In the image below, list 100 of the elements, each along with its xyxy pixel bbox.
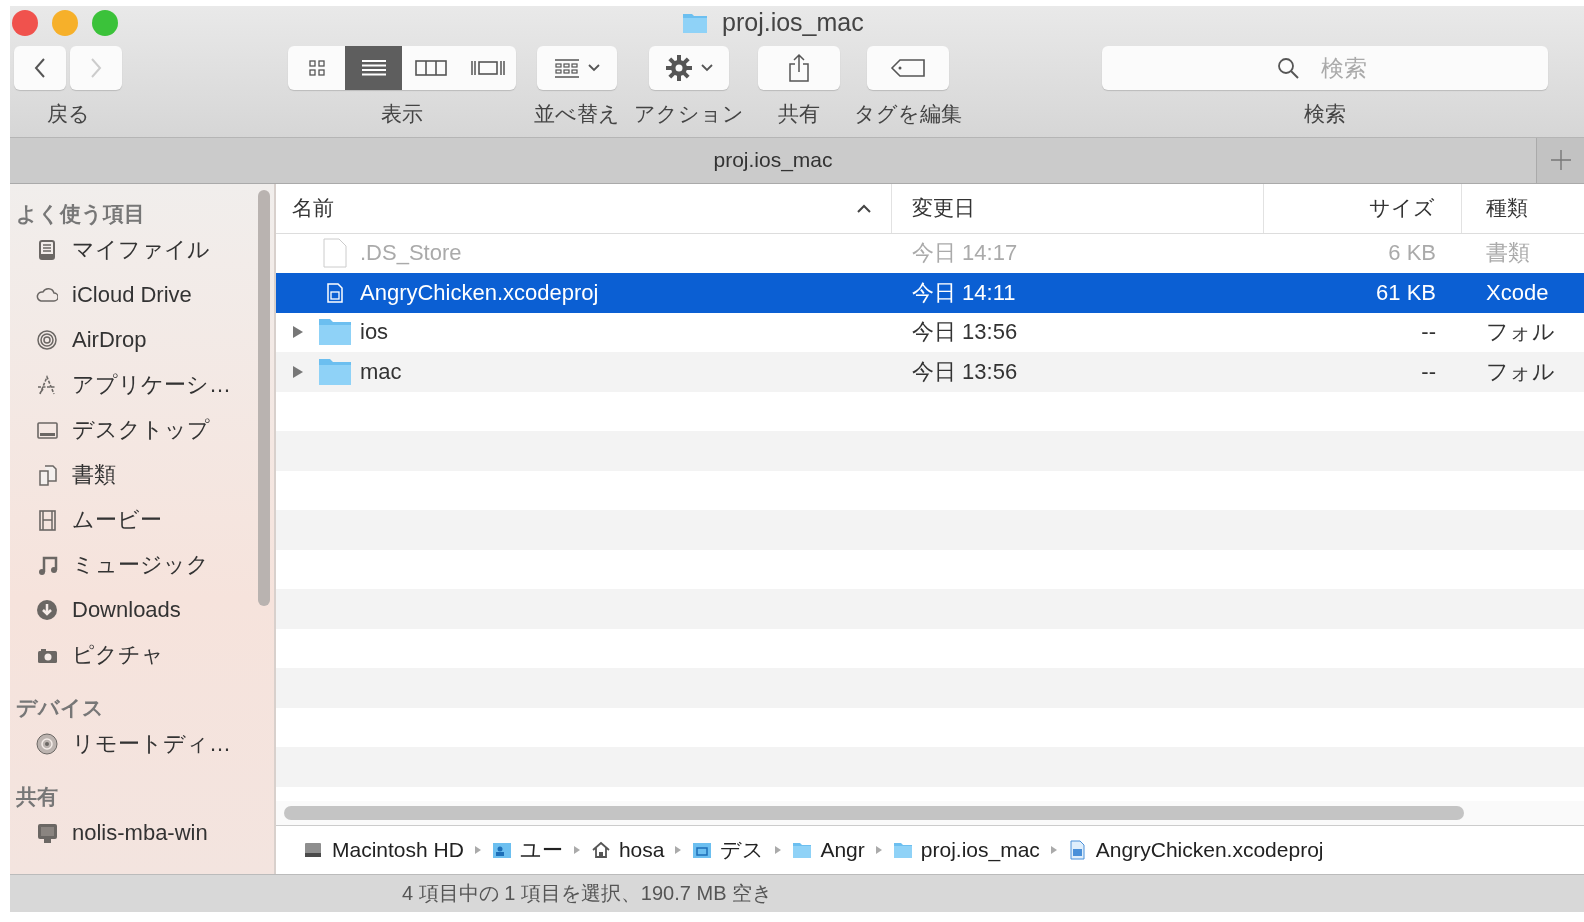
- sidebar-heading: デバイス: [16, 694, 105, 721]
- tag-icon: [890, 57, 926, 79]
- file-row[interactable]: AngryChicken.xcodeproj 今日 14:11 61 KB Xcode: [276, 273, 1584, 313]
- size-cell-text: --: [1420, 319, 1437, 346]
- document-icon: [327, 282, 343, 303]
- sidebar-heading: 共有: [16, 783, 59, 810]
- sidebar-item[interactable]: ピクチャ: [16, 632, 258, 678]
- kind-cell-text: フォル: [1485, 357, 1556, 386]
- chevron-right-icon: [89, 57, 103, 79]
- sidebar-item[interactable]: Downloads: [16, 587, 258, 633]
- path-arrow-icon: [674, 844, 683, 855]
- apps-icon: [36, 374, 58, 397]
- window-title: proj.ios_mac: [722, 8, 864, 37]
- path-arrow-icon: [572, 844, 581, 855]
- path-item[interactable]: Macintosh HD: [304, 837, 464, 862]
- sidebar-heading: よく使う項目: [16, 200, 146, 228]
- gear-icon: [665, 54, 693, 82]
- folder-icon: [318, 318, 352, 347]
- status-bar: 4 項目中の 1 項目を選択、190.7 MB 空き: [10, 874, 1584, 912]
- sidebar-item[interactable]: 書類: [16, 452, 258, 498]
- column-header[interactable]: 種類: [1462, 183, 1584, 233]
- folder-icon: [318, 357, 352, 386]
- file-name: mac: [360, 358, 402, 385]
- sidebar-item[interactable]: ミュージック: [16, 542, 258, 588]
- sort-button[interactable]: [537, 46, 617, 90]
- path-item[interactable]: proj.ios_mac: [892, 837, 1040, 862]
- size-cell-text: 61 KB: [1375, 279, 1437, 306]
- path-arrow-icon: [1049, 844, 1058, 855]
- document-icon: [1067, 839, 1088, 860]
- documents-icon: [36, 464, 58, 487]
- file-name: .DS_Store: [360, 240, 462, 267]
- share-button[interactable]: [758, 46, 840, 90]
- action-button[interactable]: [649, 46, 729, 90]
- path-item[interactable]: ユー: [491, 835, 563, 864]
- path-arrow-icon: [874, 844, 883, 855]
- date-cell-text: 今日 13:56: [911, 318, 1019, 347]
- kind-cell-text: フォル: [1485, 318, 1556, 347]
- list-icon: [359, 59, 388, 77]
- scrollbar[interactable]: [258, 189, 270, 606]
- file-name: AngryChicken.xcodeproj: [360, 279, 599, 306]
- path-arrow-icon: [473, 844, 482, 855]
- sidebar-item[interactable]: デスクトップ: [16, 407, 258, 453]
- path-item[interactable]: AngryChicken.xcodeproj: [1067, 837, 1324, 862]
- search-field[interactable]: 検索: [1102, 46, 1548, 90]
- date-cell-text: 今日 14:11: [911, 278, 1017, 307]
- file-name: ios: [360, 319, 389, 346]
- toolbar-label: アクション: [634, 101, 744, 127]
- sidebar-item[interactable]: マイファイル: [16, 227, 258, 273]
- cover-flow-icon: [469, 59, 506, 77]
- path-item[interactable]: デス: [692, 835, 765, 864]
- toolbar-label: 表示: [381, 101, 423, 127]
- column-header[interactable]: 変更日: [892, 183, 1264, 233]
- date-cell-text: 今日 13:56: [911, 357, 1019, 386]
- sidebar-item[interactable]: ムービー: [16, 497, 258, 543]
- size-cell-text: --: [1420, 358, 1437, 385]
- chevron-down-icon: [701, 64, 713, 72]
- size-cell-text: 6 KB: [1387, 240, 1437, 267]
- columns-icon: [414, 59, 447, 77]
- airdrop-icon: [36, 329, 58, 352]
- search-icon: [1276, 56, 1300, 80]
- close-button[interactable]: [12, 10, 38, 36]
- file-row[interactable]: mac 今日 13:56 -- フォル: [276, 352, 1584, 392]
- chevron-down-icon: [588, 64, 600, 72]
- disclosure-triangle-icon[interactable]: [292, 325, 304, 340]
- scrollbar[interactable]: [284, 805, 1464, 820]
- sidebar-item[interactable]: nolis-mba-win: [16, 810, 258, 856]
- back-button[interactable]: [14, 46, 66, 90]
- toolbar-label: 戻る: [46, 101, 90, 127]
- download-icon: [36, 599, 58, 622]
- plus-icon: [1549, 149, 1572, 172]
- monitor-icon: [36, 822, 58, 845]
- view-mode-button[interactable]: [345, 46, 402, 90]
- grid-icon: [554, 58, 580, 78]
- kind-cell-text: Xcode: [1485, 279, 1550, 306]
- desktop-icon: [36, 419, 58, 442]
- column-header[interactable]: サイズ: [1264, 183, 1462, 233]
- column-header[interactable]: 名前: [276, 183, 892, 233]
- disc-icon: [36, 733, 58, 756]
- sidebar-item[interactable]: リモートディ…: [16, 721, 258, 767]
- toolbar-label: 検索: [1304, 101, 1346, 127]
- path-item[interactable]: hosa: [590, 837, 665, 862]
- path-item[interactable]: Angr: [792, 837, 865, 862]
- toolbar-label: 並べ替え: [534, 101, 620, 127]
- chevron-left-icon: [33, 57, 47, 79]
- music-note-icon: [36, 554, 58, 577]
- toolbar-label: タグを編集: [854, 101, 962, 127]
- sidebar-item[interactable]: アプリケーシ…: [16, 362, 258, 408]
- home-icon: [590, 839, 611, 860]
- disclosure-triangle-icon[interactable]: [292, 364, 304, 379]
- grid-icon: [307, 59, 326, 77]
- file-cabinet-icon: [36, 239, 58, 262]
- edit-tags-button[interactable]: [867, 46, 949, 90]
- kind-cell-text: 書類: [1485, 239, 1531, 268]
- sidebar-item[interactable]: iCloud Drive: [16, 272, 258, 318]
- sidebar-item[interactable]: AirDrop: [16, 317, 258, 363]
- film-icon: [36, 509, 58, 532]
- date-cell-text: 今日 14:17: [911, 239, 1019, 268]
- document-icon: [323, 238, 347, 269]
- share-icon: [787, 53, 811, 83]
- path-arrow-icon: [774, 844, 783, 855]
